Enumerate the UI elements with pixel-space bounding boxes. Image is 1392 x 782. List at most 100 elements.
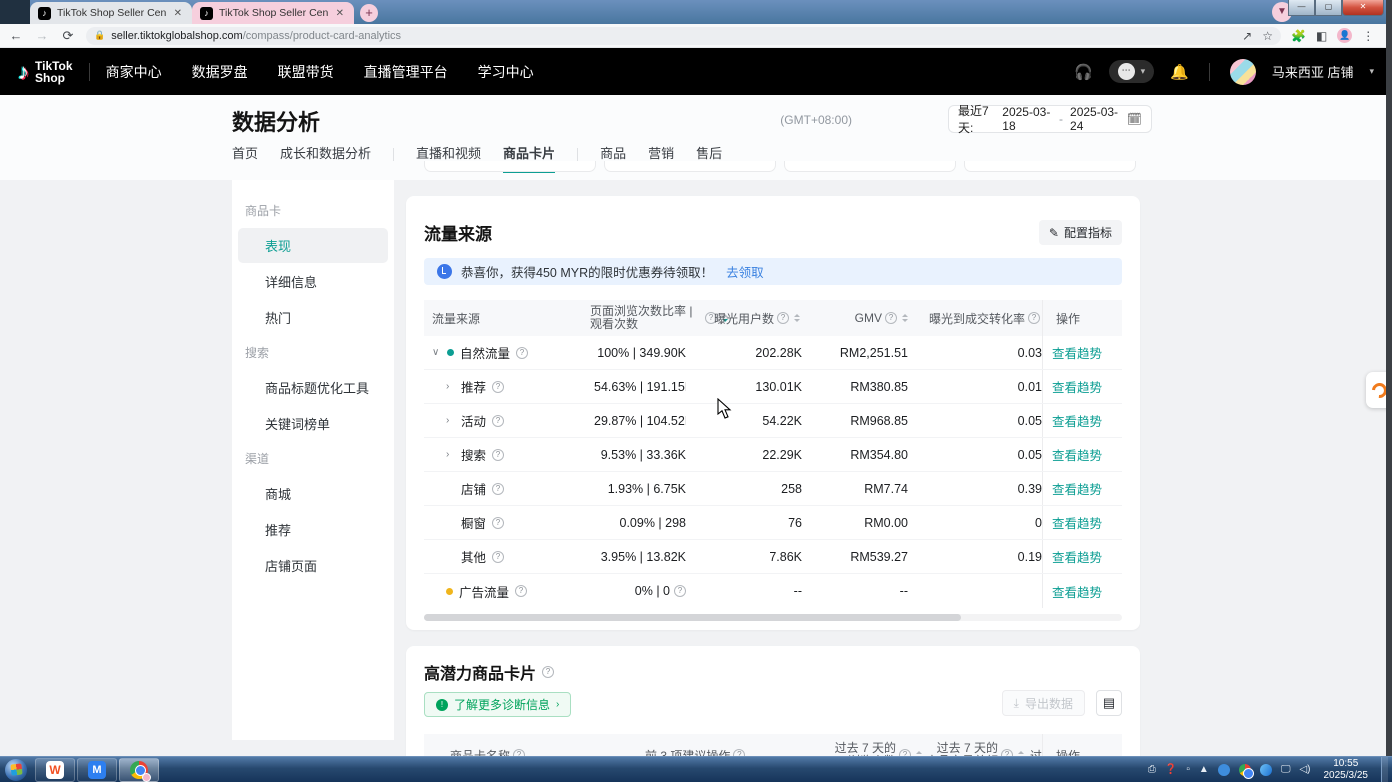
info-icon[interactable]: ? xyxy=(674,585,686,597)
close-button[interactable]: ✕ xyxy=(1342,0,1384,16)
info-icon[interactable]: ? xyxy=(516,347,528,359)
sidebar-item-title-optimizer[interactable]: 商品标题优化工具 xyxy=(238,370,388,405)
volume-icon[interactable]: ◁) xyxy=(1299,764,1310,775)
bell-icon[interactable]: 🔔 xyxy=(1170,63,1189,81)
col-top3-suggestions[interactable]: 前 3 项建议操作 ? xyxy=(645,734,745,756)
info-icon[interactable]: ? xyxy=(1028,312,1040,324)
tray-app-icon[interactable] xyxy=(1260,764,1272,776)
tab-growth-analytics[interactable]: 成长和数据分析 xyxy=(280,143,371,173)
reload-icon[interactable]: ⟳ xyxy=(60,28,76,44)
sort-icons[interactable] xyxy=(902,314,908,322)
taskbar-chrome-button[interactable] xyxy=(119,758,159,782)
chevron-right-icon[interactable]: › xyxy=(446,381,455,392)
info-icon[interactable]: ? xyxy=(513,749,525,756)
view-trend-link[interactable]: 查看趋势 xyxy=(1042,445,1122,464)
info-icon[interactable]: ? xyxy=(885,312,897,324)
chevron-right-icon[interactable]: › xyxy=(446,415,455,426)
nav-item-affiliate[interactable]: 联盟带货 xyxy=(278,62,334,82)
export-data-button[interactable]: ⤓ 导出数据 xyxy=(1002,690,1085,716)
view-trend-link[interactable]: 查看趋势 xyxy=(1042,547,1122,566)
profile-avatar[interactable]: 👤 xyxy=(1337,28,1352,43)
scrollbar-thumb[interactable] xyxy=(424,614,961,621)
col-exposed-users[interactable]: 曝光用户数 ? xyxy=(714,300,800,336)
address-bar[interactable]: 🔒 seller.tiktokglobalshop.com/compass/pr… xyxy=(86,27,1281,45)
col-conversion-rate[interactable]: 曝光到成交转化率 ? xyxy=(929,300,1040,336)
sidebar-item-details[interactable]: 详细信息 xyxy=(238,264,388,299)
col-pageview-rate[interactable]: 页面浏览次数比率 | 观看次数 ? xyxy=(590,300,728,336)
sort-icons[interactable] xyxy=(794,314,800,322)
share-icon[interactable]: ↗ xyxy=(1242,29,1252,43)
view-trend-link[interactable]: 查看趋势 xyxy=(1042,377,1122,396)
nav-item-learning-center[interactable]: 学习中心 xyxy=(478,62,534,82)
sidebar-item-shop-page[interactable]: 店铺页面 xyxy=(238,548,388,583)
store-name[interactable]: 马来西亚 店铺 xyxy=(1272,62,1354,81)
sidebar-item-performance[interactable]: 表现 xyxy=(238,228,388,263)
store-avatar[interactable] xyxy=(1230,59,1256,85)
tray-chrome-icon[interactable] xyxy=(1239,764,1251,776)
info-icon[interactable]: ? xyxy=(492,551,504,563)
start-button[interactable] xyxy=(5,759,27,781)
menu-dots-icon[interactable]: ⋮ xyxy=(1362,29,1374,43)
report-doc-button[interactable]: ▤ xyxy=(1096,690,1122,716)
configure-metrics-button[interactable]: ✎ 配置指标 xyxy=(1039,220,1122,245)
headset-icon[interactable]: 🎧 xyxy=(1074,63,1093,81)
taskbar-wps-button[interactable]: W xyxy=(35,758,75,782)
sidebar-item-recommend[interactable]: 推荐 xyxy=(238,512,388,547)
view-trend-link[interactable]: 查看趋势 xyxy=(1042,411,1122,430)
tab-home[interactable]: 首页 xyxy=(232,143,258,173)
nav-item-seller-center[interactable]: 商家中心 xyxy=(106,62,162,82)
tray-window-icon[interactable]: ▫ xyxy=(1186,764,1190,775)
sidebar-item-mall[interactable]: 商城 xyxy=(238,476,388,511)
col-gmv[interactable]: GMV ? xyxy=(855,300,908,336)
tray-printer-icon[interactable]: ⎙ xyxy=(1148,764,1156,775)
minimize-button[interactable]: — xyxy=(1288,0,1315,16)
claim-coupon-link[interactable]: 去领取 xyxy=(726,262,764,281)
tiktok-shop-logo[interactable]: ♪ TikTokShop xyxy=(18,59,73,85)
tray-qq-icon[interactable] xyxy=(1218,764,1230,776)
info-icon[interactable]: ? xyxy=(542,666,554,678)
info-icon[interactable]: ? xyxy=(492,381,504,393)
view-trend-link[interactable]: 查看趋势 xyxy=(1042,513,1122,532)
chevron-down-icon[interactable]: ▾ xyxy=(1369,66,1374,77)
forward-icon[interactable]: → xyxy=(34,28,50,43)
maximize-button[interactable]: ▢ xyxy=(1315,0,1342,16)
info-icon[interactable]: ? xyxy=(733,749,745,756)
info-icon[interactable]: ? xyxy=(492,449,504,461)
info-icon[interactable]: ? xyxy=(492,517,504,529)
nav-item-data-compass[interactable]: 数据罗盘 xyxy=(192,62,248,82)
col-7d-gmv[interactable]: 过去 7 天的商品交易总额 ? xyxy=(926,734,1024,756)
info-icon[interactable]: ? xyxy=(899,749,911,756)
nav-item-live-platform[interactable]: 直播管理平台 xyxy=(364,62,448,82)
extensions-puzzle-icon[interactable]: 🧩 xyxy=(1291,29,1306,43)
chat-pill[interactable]: ⋯ ▾ xyxy=(1109,60,1155,83)
tray-hidden-icons-arrow[interactable]: ▲ xyxy=(1199,764,1209,775)
network-icon[interactable]: 🖵 xyxy=(1281,764,1291,775)
taskbar-app-button[interactable]: M xyxy=(77,758,117,782)
diagnosis-info-button[interactable]: ! 了解更多诊断信息 › xyxy=(424,692,571,717)
view-trend-link[interactable]: 查看趋势 xyxy=(1042,343,1122,362)
back-icon[interactable]: ← xyxy=(8,28,24,43)
bookmark-star-icon[interactable]: ☆ xyxy=(1262,29,1273,43)
calendar-icon[interactable]: 🗓 xyxy=(1127,112,1142,126)
info-icon[interactable]: ? xyxy=(1001,749,1013,756)
tab-close-icon[interactable]: ✕ xyxy=(172,8,184,19)
info-icon[interactable]: ? xyxy=(777,312,789,324)
show-desktop-button[interactable] xyxy=(1381,757,1388,782)
sidebar-item-trending[interactable]: 热门 xyxy=(238,300,388,335)
new-tab-button[interactable]: + xyxy=(360,4,378,22)
tray-help-icon[interactable]: ❓ xyxy=(1165,764,1177,775)
horizontal-scrollbar[interactable] xyxy=(424,614,1122,621)
taskbar-clock[interactable]: 10:55 2025/3/25 xyxy=(1324,758,1369,782)
browser-tab-2[interactable]: ♪ TikTok Shop Seller Center | Cr ✕ xyxy=(192,2,354,24)
browser-tab-1[interactable]: ♪ TikTok Shop Seller Center | Cr ✕ xyxy=(30,2,192,24)
chevron-down-icon[interactable]: ∨ xyxy=(432,347,441,358)
col-product-card-name[interactable]: 商品卡名称 ? xyxy=(450,734,525,756)
sidebar-item-keyword-ranking[interactable]: 关键词榜单 xyxy=(238,406,388,441)
view-trend-link[interactable]: 查看趋势 xyxy=(1042,479,1122,498)
view-trend-link[interactable]: 查看趋势 xyxy=(1042,582,1122,601)
date-range-picker[interactable]: 最近7天: 2025-03-18 - 2025-03-24 🗓 xyxy=(948,105,1152,133)
tab-close-icon[interactable]: ✕ xyxy=(334,8,346,19)
col-7d-viewers[interactable]: 过去 7 天的浏览人数 ? xyxy=(824,734,922,756)
side-panel-icon[interactable]: ◧ xyxy=(1316,29,1327,43)
info-icon[interactable]: ? xyxy=(492,483,504,495)
